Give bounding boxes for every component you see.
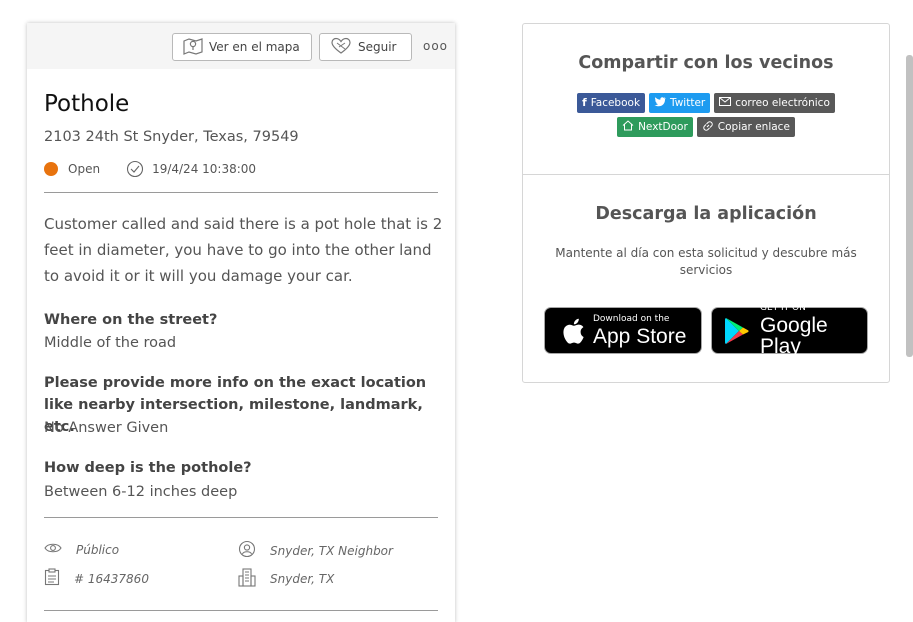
twitter-label: Twitter — [670, 97, 706, 109]
more-options-button[interactable]: ooo — [423, 39, 448, 53]
download-subtitle: Mantente al día con esta solicitud y des… — [555, 246, 857, 277]
app-store-small: Download on the — [593, 313, 670, 324]
share-nextdoor-button[interactable]: NextDoor — [617, 117, 693, 137]
copy-link-button[interactable]: Copiar enlace — [696, 117, 795, 137]
status-label: Open — [68, 162, 101, 176]
request-description: Customer called and said there is a pot … — [44, 215, 443, 285]
heart-icon — [330, 37, 352, 58]
visibility-label: Público — [76, 542, 120, 557]
answer-location: No Answer Given — [44, 420, 169, 436]
share-download-card: Compartir con los vecinos f Facebook Twi… — [522, 23, 890, 383]
app-store-text: Download on the App Store — [593, 313, 687, 348]
answer-depth: Between 6-12 inches deep — [44, 484, 238, 500]
request-card: Ver en el mapa Seguir ooo Pothole 2103 2… — [27, 23, 455, 622]
google-play-small: GET IT ON — [760, 303, 806, 313]
clipboard-icon — [44, 568, 60, 589]
view-on-map-button[interactable]: Ver en el mapa — [172, 33, 312, 61]
clock-icon — [126, 160, 144, 178]
mail-icon — [719, 97, 732, 109]
google-play-text: GET IT ON Google Play — [760, 303, 867, 358]
share-twitter-button[interactable]: Twitter — [649, 93, 711, 113]
facebook-icon: f — [582, 97, 587, 109]
status-dot-icon — [44, 162, 58, 176]
view-on-map-label: Ver en el mapa — [209, 40, 300, 54]
agency-label: Snyder, TX — [270, 571, 335, 586]
apple-icon — [561, 317, 585, 345]
app-store-button[interactable]: Download on the App Store — [544, 307, 702, 354]
divider — [523, 174, 889, 175]
copy-link-label: Copiar enlace — [717, 121, 790, 133]
divider — [44, 610, 438, 611]
google-play-button[interactable]: GET IT ON Google Play — [711, 303, 868, 358]
download-title: Descarga la aplicación — [595, 204, 817, 224]
follow-label: Seguir — [358, 40, 397, 54]
request-timestamp: 19/4/24 10:38:00 — [152, 162, 257, 176]
question-depth: How deep is the pothole? — [44, 460, 252, 476]
google-play-big: Google Play — [760, 314, 828, 358]
follow-button[interactable]: Seguir — [319, 33, 412, 61]
scrollbar[interactable] — [906, 55, 913, 357]
google-play-icon — [724, 317, 750, 345]
request-card-header: Ver en el mapa Seguir ooo — [27, 23, 455, 69]
email-label: correo electrónico — [735, 97, 830, 109]
meta-reporter: Snyder, TX Neighbor — [238, 540, 393, 561]
question-street: Where on the street? — [44, 312, 218, 328]
share-title: Compartir con los vecinos — [578, 53, 834, 73]
nextdoor-label: NextDoor — [638, 121, 688, 133]
divider — [44, 192, 438, 193]
map-icon — [183, 37, 203, 58]
share-row-1: f Facebook Twitter correo electrónico — [523, 93, 889, 113]
meta-id: # 16437860 — [44, 568, 149, 589]
facebook-label: Facebook — [590, 97, 641, 109]
request-id: # 16437860 — [74, 571, 149, 586]
user-icon — [238, 540, 256, 561]
meta-visibility: Público — [44, 541, 119, 558]
building-icon — [238, 567, 256, 590]
status-row: Open 19/4/24 10:38:00 — [44, 160, 256, 178]
divider — [44, 517, 438, 518]
house-icon — [622, 120, 634, 134]
share-facebook-button[interactable]: f Facebook — [577, 93, 646, 113]
meta-agency: Snyder, TX — [238, 567, 334, 590]
eye-icon — [44, 541, 62, 558]
request-title: Pothole — [44, 91, 130, 117]
share-row-2: NextDoor Copiar enlace — [523, 117, 889, 137]
link-icon — [702, 120, 714, 135]
share-email-button[interactable]: correo electrónico — [714, 93, 835, 113]
answer-street: Middle of the road — [44, 335, 177, 351]
twitter-icon — [654, 96, 666, 110]
request-address: 2103 24th St Snyder, Texas, 79549 — [44, 129, 299, 145]
reporter-label: Snyder, TX Neighbor — [270, 543, 393, 558]
app-store-big: App Store — [593, 324, 687, 348]
